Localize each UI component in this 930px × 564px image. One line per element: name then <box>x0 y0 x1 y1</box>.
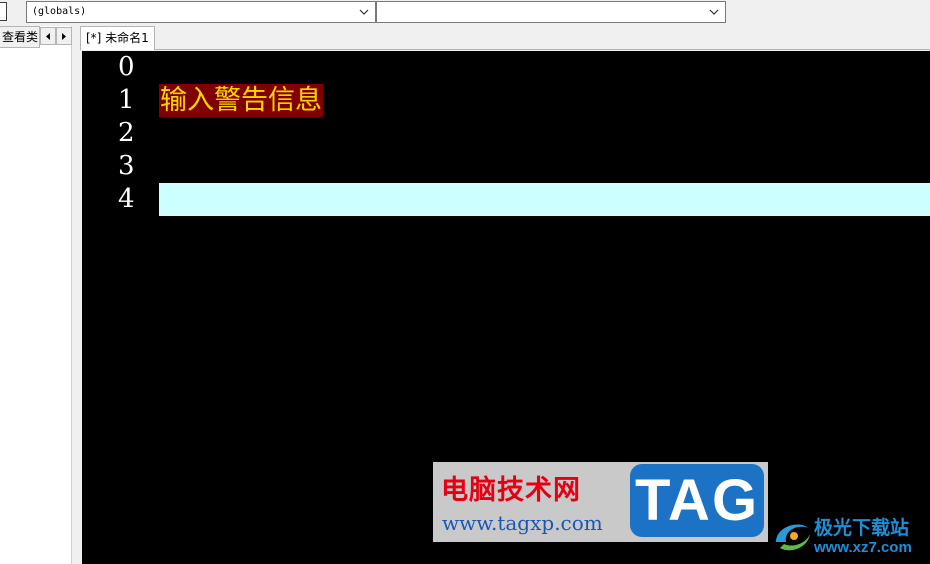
chevron-down-icon <box>709 9 719 15</box>
code-text[interactable]: 输入警告信息 <box>159 84 323 117</box>
tab-scroll-right-button[interactable] <box>56 27 72 45</box>
document-tab[interactable]: [*] 未命名1 <box>80 26 155 50</box>
toolbar: (globals) <box>0 0 930 26</box>
line-number: 2 <box>118 118 135 148</box>
watermark-logo: 极光下载站 www.xz7.com <box>770 510 930 564</box>
panel-splitter[interactable] <box>72 26 80 564</box>
editor-line: 1 输入警告信息 <box>82 84 930 117</box>
chevron-down-icon <box>359 9 369 15</box>
object-combo[interactable]: (globals) <box>26 1 376 23</box>
line-number: 1 <box>118 85 135 115</box>
editor-line: 2 <box>82 117 930 150</box>
watermark-title: 电脑技术网 <box>441 475 581 506</box>
toolbar-edge-button[interactable] <box>0 2 7 21</box>
watermark-logo-title: 极光下载站 <box>814 517 910 539</box>
object-combo-value: (globals) <box>32 6 87 17</box>
document-tab-bar: [*] 未命名1 <box>80 26 930 50</box>
line-number: 0 <box>118 52 135 82</box>
editor-line-current: 4 <box>82 183 930 216</box>
line-number: 3 <box>118 151 135 181</box>
editor-line: 0 <box>82 51 930 84</box>
class-view-tab[interactable]: 查看类 <box>0 26 40 48</box>
toolbar-empty-area <box>727 0 930 26</box>
swirl-logo-icon <box>776 524 810 551</box>
arrow-left-icon <box>46 33 50 40</box>
tag-logo: TAG <box>630 464 764 537</box>
watermark-banner: 电脑技术网 www.tagxp.com TAG <box>433 462 768 542</box>
arrow-right-icon <box>62 33 66 40</box>
tab-scroll-left-button[interactable] <box>40 27 56 45</box>
procedure-combo[interactable] <box>376 1 726 23</box>
line-number: 4 <box>118 184 135 214</box>
current-line-highlight[interactable] <box>159 183 930 216</box>
watermark-url: www.tagxp.com <box>442 511 603 535</box>
editor-line: 3 <box>82 150 930 183</box>
watermark-logo-url: www.xz7.com <box>814 539 912 556</box>
left-panel: 查看类 <box>0 26 72 564</box>
